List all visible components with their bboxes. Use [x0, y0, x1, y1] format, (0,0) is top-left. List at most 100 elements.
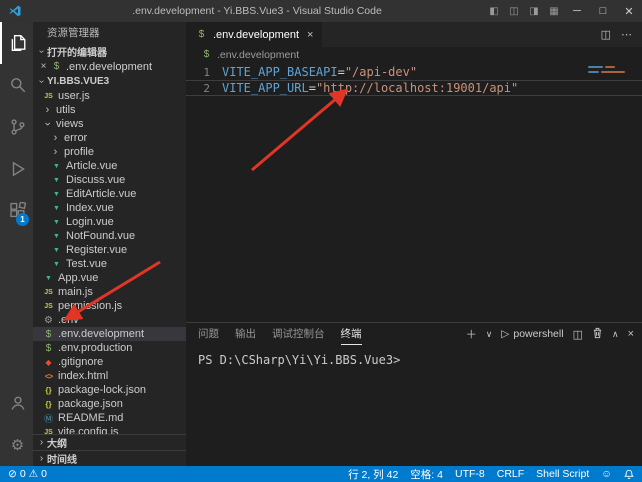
run-debug-icon[interactable]: [0, 148, 33, 190]
project-section-header[interactable]: › YI.BBS.VUE3: [33, 74, 186, 89]
tree-item-article.vue[interactable]: ▼Article.vue: [33, 159, 186, 173]
new-terminal-icon[interactable]: ＋: [466, 326, 477, 342]
panel-tab-问题[interactable]: 问题: [198, 323, 219, 345]
tree-item-label: profile: [64, 146, 94, 158]
more-actions-icon[interactable]: ⋯: [621, 28, 632, 41]
tree-item-main.js[interactable]: JSmain.js: [33, 285, 186, 299]
close-button[interactable]: ✕: [616, 0, 642, 22]
tree-item-editarticle.vue[interactable]: ▼EditArticle.vue: [33, 187, 186, 201]
open-editor-label: .env.development: [66, 61, 152, 73]
tree-item-.env.development[interactable]: $.env.development: [33, 327, 186, 341]
search-icon[interactable]: [0, 64, 33, 106]
customize-layout-icon[interactable]: ▦: [544, 6, 564, 17]
tree-item-label: Discuss.vue: [66, 174, 125, 186]
breadcrumb[interactable]: $ .env.development: [186, 47, 642, 62]
tree-item-label: .env: [58, 314, 79, 326]
maximize-panel-icon[interactable]: ∧: [612, 329, 619, 340]
close-icon[interactable]: ×: [37, 61, 50, 72]
extensions-icon[interactable]: 1: [0, 190, 33, 232]
vscode-window: .env.development - Yi.BBS.Vue3 - Visual …: [0, 0, 642, 482]
file-tree: JSuser.js›utils›views›error›profile▼Arti…: [33, 89, 186, 434]
panel-tab-调试控制台[interactable]: 调试控制台: [272, 323, 325, 345]
tree-item-.gitignore[interactable]: ◆.gitignore: [33, 355, 186, 369]
close-panel-icon[interactable]: ×: [628, 328, 634, 340]
cursor-position[interactable]: 行 2, 列 42: [348, 467, 398, 482]
account-icon[interactable]: [0, 382, 33, 424]
line-number: 1: [186, 66, 222, 79]
tab-close-icon[interactable]: ×: [307, 29, 313, 41]
chevron-right-icon: ›: [36, 437, 47, 448]
panel-tab-输出[interactable]: 输出: [235, 323, 256, 345]
maximize-button[interactable]: □: [590, 0, 616, 22]
terminal-icon: ▷: [501, 328, 509, 340]
md-file-icon: Ⓜ: [42, 412, 55, 425]
vue-file-icon: ▼: [50, 205, 63, 212]
tree-item-package-lock.json[interactable]: {}package-lock.json: [33, 383, 186, 397]
title-bar: .env.development - Yi.BBS.Vue3 - Visual …: [0, 0, 642, 22]
tree-item-.env[interactable]: ⚙.env: [33, 313, 186, 327]
code-editor[interactable]: 1VITE_APP_BASEAPI="/api-dev"2VITE_APP_UR…: [186, 62, 642, 322]
terminal-dropdown-icon[interactable]: ∨: [486, 329, 493, 340]
notifications-bell-icon[interactable]: [624, 469, 634, 480]
tree-item-test.vue[interactable]: ▼Test.vue: [33, 257, 186, 271]
minimize-button[interactable]: ─: [564, 0, 590, 22]
tree-item-label: .gitignore: [58, 356, 103, 368]
tree-item-.env.production[interactable]: $.env.production: [33, 341, 186, 355]
settings-gear-icon[interactable]: ⚙: [0, 424, 33, 466]
terminal-profile-chip[interactable]: ▷ powershell: [501, 328, 563, 340]
tree-item-views[interactable]: ›views: [33, 117, 186, 131]
toggle-panel-icon[interactable]: ◫: [504, 6, 524, 17]
tree-item-readme.md[interactable]: ⓂREADME.md: [33, 411, 186, 425]
tree-item-login.vue[interactable]: ▼Login.vue: [33, 215, 186, 229]
feedback-smiley-icon[interactable]: ☺: [601, 468, 612, 480]
panel-tab-终端[interactable]: 终端: [341, 323, 362, 345]
problems-status[interactable]: ⊘ 0 ⚠ 0: [8, 468, 47, 480]
tree-item-register.vue[interactable]: ▼Register.vue: [33, 243, 186, 257]
tree-item-label: user.js: [58, 90, 90, 102]
tree-item-label: package.json: [58, 398, 123, 410]
tree-item-package.json[interactable]: {}package.json: [33, 397, 186, 411]
code-line-1[interactable]: 1VITE_APP_BASEAPI="/api-dev": [186, 64, 642, 80]
git-file-icon: ◆: [42, 358, 55, 367]
tree-item-utils[interactable]: ›utils: [33, 103, 186, 117]
outline-section-header[interactable]: › 大纲: [33, 434, 186, 450]
tree-item-profile[interactable]: ›profile: [33, 145, 186, 159]
language-mode[interactable]: Shell Script: [536, 468, 589, 480]
split-editor-icon[interactable]: ◫: [601, 28, 611, 41]
tree-item-permission.js[interactable]: JSpermission.js: [33, 299, 186, 313]
open-editor-item[interactable]: × $ .env.development: [33, 59, 186, 74]
explorer-icon[interactable]: [0, 22, 33, 64]
code-line-2[interactable]: 2VITE_APP_URL="http://localhost:19001/ap…: [186, 80, 642, 96]
shell-file-icon: $: [42, 329, 55, 340]
tab-env-development[interactable]: $ .env.development ×: [186, 22, 322, 47]
gear-file-icon: ⚙: [42, 315, 55, 326]
open-editors-section-header[interactable]: › 打开的编辑器: [33, 44, 186, 59]
tree-item-index.vue[interactable]: ▼Index.vue: [33, 201, 186, 215]
minimap[interactable]: [588, 66, 632, 76]
toggle-sidebar-icon[interactable]: ◧: [484, 6, 504, 17]
timeline-section-header[interactable]: › 时间线: [33, 450, 186, 466]
kill-terminal-icon[interactable]: [592, 327, 603, 342]
encoding[interactable]: UTF-8: [455, 468, 485, 480]
tree-item-vite.config.js[interactable]: JSvite.config.js: [33, 425, 186, 434]
shell-file-icon: $: [42, 343, 55, 354]
tab-label: .env.development: [213, 29, 299, 41]
source-control-icon[interactable]: [0, 106, 33, 148]
extensions-badge: 1: [16, 213, 29, 226]
tree-item-app.vue[interactable]: ▼App.vue: [33, 271, 186, 285]
tree-item-discuss.vue[interactable]: ▼Discuss.vue: [33, 173, 186, 187]
tree-item-error[interactable]: ›error: [33, 131, 186, 145]
main-area: 1 ⚙ 资源管理器 › 打开的编辑器 × $ .env.development: [0, 22, 642, 466]
tree-item-index.html[interactable]: <>index.html: [33, 369, 186, 383]
env-key: VITE_APP_URL: [222, 81, 309, 95]
tree-item-label: main.js: [58, 286, 93, 298]
toggle-secondary-sidebar-icon[interactable]: ◨: [524, 6, 544, 17]
terminal-output[interactable]: PS D:\CSharp\Yi\Yi.BBS.Vue3>: [186, 345, 642, 466]
tree-item-label: .env.production: [58, 342, 132, 354]
tree-item-user.js[interactable]: JSuser.js: [33, 89, 186, 103]
eol-sequence[interactable]: CRLF: [497, 468, 524, 480]
split-terminal-icon[interactable]: ◫: [573, 328, 583, 341]
json-file-icon: {}: [42, 400, 55, 409]
indentation[interactable]: 空格: 4: [410, 467, 443, 482]
tree-item-notfound.vue[interactable]: ▼NotFound.vue: [33, 229, 186, 243]
